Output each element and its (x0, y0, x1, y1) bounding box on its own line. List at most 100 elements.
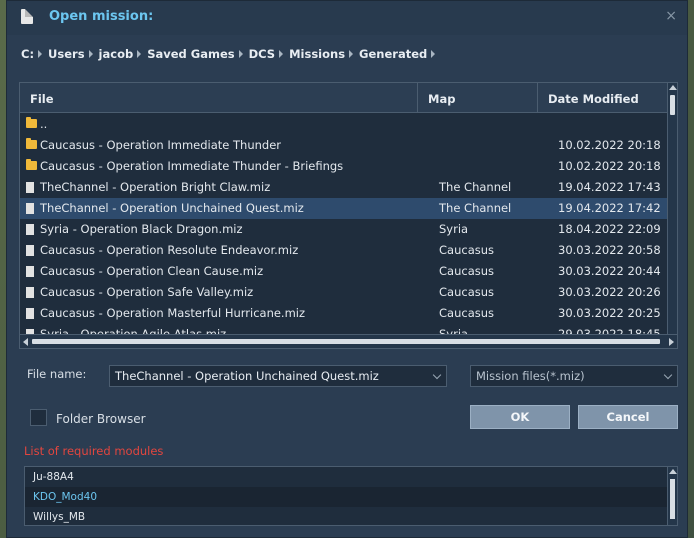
scroll-thumb[interactable] (670, 479, 675, 519)
row-map: Caucasus (439, 285, 495, 299)
vertical-scrollbar[interactable] (667, 83, 677, 334)
row-date: 18.04.2022 22:09 (558, 222, 661, 236)
scroll-up-icon[interactable] (669, 469, 677, 474)
row-file-name: Caucasus - Operation Immediate Thunder (40, 138, 282, 152)
row-file-name: Caucasus - Operation Resolute Endeavor.m… (40, 243, 299, 257)
folder-browser-label: Folder Browser (56, 412, 146, 426)
row-date: 30.03.2022 20:26 (558, 285, 661, 299)
scroll-thumb-horizontal[interactable] (32, 339, 660, 344)
list-item[interactable]: Willys_MB (25, 507, 677, 527)
breadcrumb-item[interactable]: C: (21, 47, 34, 61)
file-icon (26, 182, 34, 193)
row-file-name: Syria - Operation Agile Atlas.miz (40, 327, 227, 334)
file-rows: .. Caucasus - Operation Immediate Thunder… (20, 114, 668, 334)
breadcrumb-item[interactable]: DCS (249, 47, 275, 61)
required-modules-title: List of required modules (24, 444, 164, 458)
scroll-up-icon[interactable] (669, 85, 677, 90)
row-file-name: Caucasus - Operation Safe Valley.miz (40, 285, 254, 299)
close-icon[interactable]: × (665, 8, 677, 24)
table-row[interactable]: Caucasus - Operation Masterful Hurricane… (20, 303, 668, 324)
file-name-value: TheChannel - Operation Unchained Quest.m… (115, 369, 379, 383)
table-row[interactable]: Caucasus - Operation Resolute Endeavor.m… (20, 240, 668, 261)
required-modules-list: Ju-88A4 KDO_Mod40 Willys_MB (24, 466, 678, 526)
row-file-name: Caucasus - Operation Masterful Hurricane… (40, 306, 306, 320)
ok-button[interactable]: OK (470, 405, 570, 429)
file-icon (26, 224, 34, 235)
row-file-name: Caucasus - Operation Clean Cause.miz (40, 264, 264, 278)
document-icon (21, 9, 33, 24)
table-row[interactable]: Caucasus - Operation Clean Cause.miz Cauc… (20, 261, 668, 282)
file-icon (26, 266, 34, 277)
file-icon (26, 308, 34, 319)
breadcrumb-item[interactable]: Users (48, 47, 85, 61)
row-map: Caucasus (439, 306, 495, 320)
row-map: Syria (439, 222, 469, 236)
column-header-file[interactable]: File (20, 83, 418, 113)
file-name-input[interactable]: TheChannel - Operation Unchained Quest.m… (109, 365, 447, 387)
row-map: Syria (439, 327, 469, 334)
breadcrumb: C: Users jacob Saved Games DCS Missions … (21, 46, 441, 62)
table-row[interactable]: Caucasus - Operation Immediate Thunder 10… (20, 135, 668, 156)
row-date: 29.03.2022 18:45 (558, 327, 661, 334)
row-file-name: Caucasus - Operation Immediate Thunder -… (40, 159, 344, 173)
breadcrumb-item[interactable]: Missions (289, 47, 345, 61)
breadcrumb-arrow-icon[interactable] (431, 50, 436, 58)
list-item[interactable]: Ju-88A4 (25, 467, 677, 487)
chevron-down-icon[interactable] (432, 370, 442, 380)
file-name-label: File name: (27, 367, 87, 381)
list-item[interactable]: KDO_Mod40 (25, 487, 677, 507)
table-row[interactable]: Syria - Operation Agile Atlas.miz Syria 29… (20, 324, 668, 334)
table-row[interactable]: Caucasus - Operation Safe Valley.miz Cauc… (20, 282, 668, 303)
row-map: The Channel (439, 180, 512, 194)
table-row[interactable]: Syria - Operation Black Dragon.miz Syria 1… (20, 219, 668, 240)
cancel-button[interactable]: Cancel (578, 405, 678, 429)
row-map: The Channel (439, 201, 512, 215)
file-type-value: Mission files(*.miz) (476, 369, 585, 383)
table-row[interactable]: TheChannel - Operation Unchained Quest.m… (20, 198, 668, 219)
table-row[interactable]: Caucasus - Operation Immediate Thunder -… (20, 156, 668, 177)
table-row[interactable]: .. (20, 114, 668, 135)
breadcrumb-arrow-icon[interactable] (279, 50, 284, 58)
row-date: 30.03.2022 20:44 (558, 264, 661, 278)
folder-browser-checkbox[interactable] (30, 409, 47, 426)
row-date: 19.04.2022 17:42 (558, 201, 661, 215)
chevron-down-icon[interactable] (663, 370, 673, 380)
table-header: File Map Date Modified (20, 83, 668, 113)
folder-icon (26, 117, 37, 128)
breadcrumb-arrow-icon[interactable] (38, 50, 43, 58)
breadcrumb-item[interactable]: jacob (99, 47, 134, 61)
row-date: 30.03.2022 20:25 (558, 306, 661, 320)
column-header-map[interactable]: Map (418, 83, 538, 113)
scroll-left-icon[interactable] (23, 338, 28, 346)
file-icon (26, 245, 34, 256)
title-bar: Open mission: × (7, 1, 687, 35)
modules-scrollbar[interactable] (667, 467, 677, 525)
row-date: 19.04.2022 17:43 (558, 180, 661, 194)
file-icon (26, 287, 34, 298)
table-row[interactable]: TheChannel - Operation Bright Claw.miz Th… (20, 177, 668, 198)
scroll-right-icon[interactable] (669, 338, 674, 346)
row-date: 10.02.2022 20:18 (558, 138, 661, 152)
breadcrumb-item[interactable]: Saved Games (147, 47, 234, 61)
file-list: File Map Date Modified .. Caucasus - Oper… (19, 82, 678, 349)
row-file-name: .. (40, 117, 48, 131)
horizontal-scrollbar[interactable] (20, 334, 677, 348)
row-file-name: Syria - Operation Black Dragon.miz (40, 222, 243, 236)
row-date: 10.02.2022 20:18 (558, 159, 661, 173)
file-type-select[interactable]: Mission files(*.miz) (470, 365, 678, 387)
scroll-thumb[interactable] (670, 95, 675, 115)
breadcrumb-arrow-icon[interactable] (238, 50, 243, 58)
column-header-date[interactable]: Date Modified (538, 83, 668, 113)
file-icon (26, 203, 34, 214)
open-mission-dialog: Open mission: × C: Users jacob Saved Gam… (6, 0, 688, 538)
row-file-name: TheChannel - Operation Unchained Quest.m… (40, 201, 304, 215)
breadcrumb-item[interactable]: Generated (359, 47, 427, 61)
row-file-name: TheChannel - Operation Bright Claw.miz (40, 180, 271, 194)
breadcrumb-arrow-icon[interactable] (349, 50, 354, 58)
breadcrumb-arrow-icon[interactable] (88, 50, 93, 58)
folder-icon (26, 138, 37, 149)
dialog-title: Open mission: (49, 9, 154, 24)
breadcrumb-arrow-icon[interactable] (137, 50, 142, 58)
row-map: Caucasus (439, 264, 495, 278)
folder-icon (26, 159, 37, 170)
